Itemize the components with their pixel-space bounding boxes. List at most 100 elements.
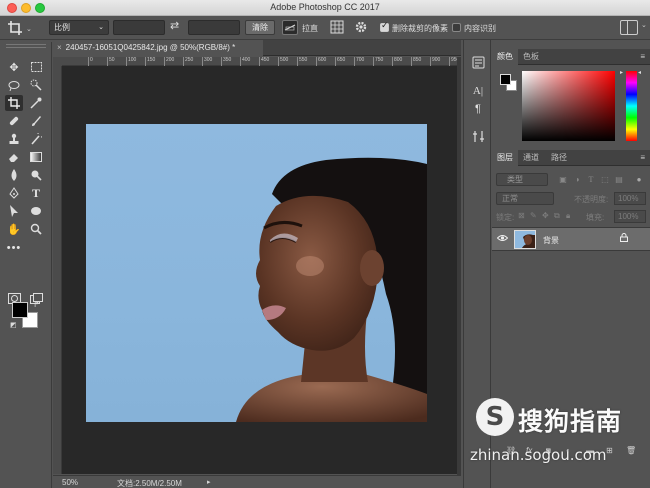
- clear-button[interactable]: 清除: [245, 20, 275, 35]
- document-tab[interactable]: × 240457-16051Q0425842.jpg @ 50%(RGB/8#) …: [53, 40, 263, 56]
- ruler-tick: 850: [411, 57, 421, 66]
- fill-field[interactable]: 100%: [614, 210, 646, 223]
- eye-icon[interactable]: [496, 234, 509, 244]
- blend-row: 正常 不透明度: 100%: [496, 192, 646, 206]
- gear-icon[interactable]: [354, 20, 368, 34]
- opacity-field[interactable]: 100%: [614, 192, 646, 205]
- screen-mode-icon[interactable]: [27, 290, 45, 306]
- ruler-tick: 450: [259, 57, 269, 66]
- move-tool-icon[interactable]: ✥: [5, 59, 23, 75]
- watermark-url: zhinan.sogou.com: [470, 446, 607, 464]
- lock-position-icon[interactable]: ✥: [542, 211, 549, 220]
- chevron-down-icon[interactable]: ⌄: [641, 21, 647, 29]
- filter-toggle-icon[interactable]: ●: [634, 175, 644, 184]
- chevron-down-icon: ⌄: [26, 26, 32, 33]
- dodge-tool-icon[interactable]: [27, 167, 45, 183]
- hand-tool-icon[interactable]: ✋: [5, 221, 23, 237]
- default-colors-icon[interactable]: ◩: [10, 321, 17, 329]
- layers-panel-tabs: 图层 通道 路径 ≡: [492, 150, 650, 166]
- clone-stamp-tool-icon[interactable]: [5, 131, 23, 147]
- gradient-tool-icon[interactable]: [27, 149, 45, 165]
- ruler-tick: 200: [164, 57, 174, 66]
- lasso-tool-icon[interactable]: [5, 77, 23, 93]
- lock-all-icon[interactable]: 🔒︎: [566, 211, 570, 221]
- panel-menu-icon[interactable]: ≡: [640, 153, 645, 162]
- hue-slider[interactable]: [626, 71, 637, 141]
- ruler-tick: 600: [316, 57, 326, 66]
- more-tools-icon[interactable]: •••: [5, 240, 23, 256]
- width-field[interactable]: [113, 20, 165, 35]
- new-layer-icon[interactable]: ⊞: [606, 446, 613, 455]
- tab-color[interactable]: 颜色: [492, 49, 518, 65]
- content-aware-checkbox[interactable]: [452, 23, 461, 32]
- filter-shape-icon[interactable]: ⬚: [600, 175, 610, 184]
- filter-pixel-icon[interactable]: ▣: [558, 175, 568, 184]
- healing-brush-tool-icon[interactable]: [5, 113, 23, 129]
- grid-overlay-icon[interactable]: [330, 20, 344, 34]
- trash-icon[interactable]: 🗑︎: [626, 446, 636, 455]
- lock-transparent-icon[interactable]: ⊠: [518, 211, 525, 220]
- layer-name[interactable]: 背景: [543, 235, 559, 246]
- tab-layers[interactable]: 图层: [492, 150, 518, 166]
- path-selection-tool-icon[interactable]: [5, 203, 23, 219]
- content-aware-label: 内容识别: [464, 24, 496, 33]
- lock-image-icon[interactable]: ✎: [530, 211, 537, 220]
- blend-mode-select[interactable]: 正常: [496, 192, 554, 205]
- type-tool-icon[interactable]: T: [27, 185, 45, 201]
- horizontal-ruler[interactable]: 0 50 100 150 200 250 300 350 400 450 500 550 600 650 7…: [62, 57, 481, 66]
- ellipse-tool-icon[interactable]: [27, 203, 45, 219]
- height-field[interactable]: [188, 20, 240, 35]
- quick-selection-tool-icon[interactable]: [27, 77, 45, 93]
- delete-cropped-checkbox[interactable]: [380, 21, 389, 32]
- lock-artboard-icon[interactable]: ⧉: [554, 211, 560, 221]
- character-panel-icon[interactable]: A|: [471, 84, 485, 98]
- ruler-tick: 400: [240, 57, 250, 66]
- history-panel-icon[interactable]: [471, 56, 485, 70]
- tab-paths[interactable]: 路径: [546, 150, 572, 166]
- status-menu-arrow[interactable]: ▸: [207, 478, 211, 486]
- filter-type-icon[interactable]: T: [586, 175, 596, 184]
- panel-menu-icon[interactable]: ≡: [640, 52, 645, 61]
- toolbar-grip[interactable]: [6, 44, 46, 48]
- blur-tool-icon[interactable]: [5, 167, 23, 183]
- history-brush-tool-icon[interactable]: [27, 131, 45, 147]
- foreground-color-swatch[interactable]: [12, 302, 28, 318]
- tools-panel: ✥ T ✋ ••• ↱ ◩: [0, 42, 52, 488]
- zoom-level[interactable]: 50%: [62, 478, 78, 487]
- marquee-tool-icon[interactable]: [27, 59, 45, 75]
- swap-icon[interactable]: ⇄: [170, 19, 179, 32]
- ruler-tick: 100: [126, 57, 136, 66]
- properties-panel-icon[interactable]: [471, 130, 485, 144]
- eyedropper-tool-icon[interactable]: [27, 95, 45, 111]
- ruler-tick: 750: [373, 57, 383, 66]
- document-image[interactable]: [86, 124, 427, 422]
- workspace-icon[interactable]: [620, 20, 638, 35]
- eraser-tool-icon[interactable]: [5, 149, 23, 165]
- vertical-scrollbar[interactable]: [457, 57, 461, 475]
- close-icon[interactable]: ×: [57, 43, 62, 52]
- panel-foreground-swatch[interactable]: [500, 74, 511, 85]
- status-bar: 50% 文档:2.50M/2.50M ▸: [53, 475, 461, 488]
- vertical-ruler[interactable]: [53, 66, 62, 474]
- pen-tool-icon[interactable]: [5, 185, 23, 201]
- tab-channels[interactable]: 通道: [518, 150, 544, 166]
- tab-swatches[interactable]: 色板: [518, 49, 544, 65]
- filter-adjustment-icon[interactable]: ◑: [572, 175, 582, 184]
- chevron-down-icon: ⌄: [98, 24, 104, 31]
- paragraph-panel-icon[interactable]: ¶: [471, 102, 485, 116]
- watermark-brand: 搜狗指南: [518, 407, 623, 436]
- crop-tool-icon[interactable]: [5, 95, 23, 111]
- zoom-tool-icon[interactable]: [27, 221, 45, 237]
- ruler-origin[interactable]: [53, 57, 62, 66]
- layer-filter-select[interactable]: 类型: [496, 173, 548, 186]
- ruler-tick: 50: [107, 57, 115, 66]
- color-panel-tabs: 颜色 色板 ≡: [492, 49, 650, 65]
- tool-preset-picker[interactable]: ⌄: [6, 20, 32, 36]
- straighten-icon[interactable]: [282, 20, 298, 35]
- brush-tool-icon[interactable]: [27, 113, 45, 129]
- color-picker-field[interactable]: [522, 71, 615, 141]
- layer-row[interactable]: 背景: [492, 227, 650, 251]
- filter-smart-object-icon[interactable]: ▤: [614, 175, 624, 184]
- ratio-select[interactable]: 比例 ⌄: [49, 20, 109, 35]
- ruler-tick: 800: [392, 57, 402, 66]
